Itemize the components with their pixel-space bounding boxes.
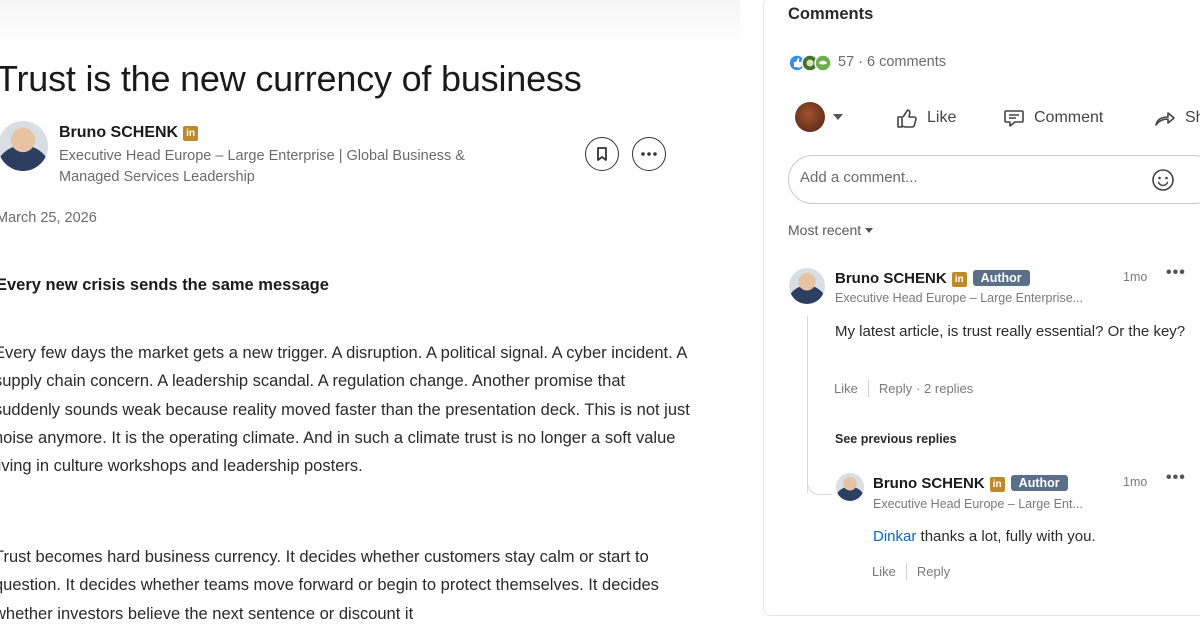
current-user-avatar[interactable] <box>795 102 825 132</box>
linkedin-badge-icon: in <box>183 126 199 141</box>
reaction-icons[interactable] <box>788 53 834 73</box>
more-icon: ••• <box>1166 469 1186 486</box>
reaction-support-icon <box>814 54 832 72</box>
author-name[interactable]: Bruno SCHENK in <box>59 124 199 142</box>
reactions-count[interactable]: 57 <box>838 54 854 70</box>
see-previous-replies-link[interactable]: See previous replies <box>835 432 957 446</box>
divider <box>867 380 869 397</box>
publish-date: March 25, 2026 <box>0 210 97 226</box>
comments-panel <box>763 0 1200 616</box>
share-button[interactable]: Share <box>1153 106 1200 130</box>
more-icon <box>641 152 657 156</box>
commenter-name[interactable]: Bruno SCHENK in Author <box>835 270 1030 287</box>
comment-time: 1mo <box>1123 475 1148 489</box>
commenter-name[interactable]: Bruno SCHENK in Author <box>873 475 1068 492</box>
comment-more-button[interactable]: ••• <box>1166 469 1186 487</box>
top-fade <box>0 0 740 46</box>
comment-label[interactable]: Comment <box>1034 109 1103 127</box>
chevron-down-icon[interactable] <box>833 114 843 120</box>
mention-link[interactable]: Dinkar <box>873 528 916 545</box>
linkedin-badge-icon: in <box>951 272 967 287</box>
article-paragraph: Every few days the market gets a new tri… <box>0 344 690 476</box>
comment-text: My latest article, is trust really essen… <box>835 323 1186 340</box>
reactions-summary[interactable]: 57 · 6 comments <box>838 54 946 70</box>
like-label[interactable]: Like <box>927 109 956 127</box>
author-tag: Author <box>972 270 1030 286</box>
chevron-down-icon <box>865 228 874 233</box>
comment-like-button[interactable]: Like <box>834 381 858 396</box>
comment-like-button[interactable]: Like <box>872 564 896 579</box>
article-paragraph: Trust becomes hard business currency. It… <box>0 548 659 623</box>
comment-text: Dinkar thanks a lot, fully with you. <box>873 525 1173 548</box>
share-icon <box>1155 112 1175 126</box>
thread-connector <box>807 470 832 495</box>
commenter-avatar[interactable] <box>836 473 864 501</box>
like-button[interactable]: Like <box>895 106 956 130</box>
comments-title: Comments <box>788 5 874 23</box>
sort-dropdown[interactable]: Most recent <box>788 222 874 238</box>
commenter-avatar[interactable] <box>789 268 825 304</box>
comment-button[interactable]: Comment <box>1002 106 1103 130</box>
author-tag: Author <box>1010 475 1068 491</box>
comment-reply-button[interactable]: Reply <box>917 564 950 579</box>
replies-count[interactable]: · 2 replies <box>916 381 973 396</box>
article-title: Trust is the new currency of business <box>0 58 582 99</box>
comments-count[interactable]: · 6 comments <box>858 54 946 70</box>
article: Trust is the new currency of business Br… <box>0 0 740 628</box>
article-subheading: Every new crisis sends the same message <box>0 276 329 294</box>
comment-actions: Like Reply · 2 replies <box>834 380 973 397</box>
author-headline: Executive Head Europe – Large Enterprise… <box>59 148 465 185</box>
comment-actions: Like Reply <box>872 563 950 580</box>
author-avatar[interactable] <box>0 121 48 171</box>
comment-text-body: thanks a lot, fully with you. <box>916 528 1096 545</box>
comment-time: 1mo <box>1123 270 1148 284</box>
sort-label[interactable]: Most recent <box>788 222 861 238</box>
comment-input[interactable] <box>800 169 1100 186</box>
commenter-name-text[interactable]: Bruno SCHENK <box>835 270 947 287</box>
author-name-text[interactable]: Bruno SCHENK <box>59 124 178 141</box>
comment-icon <box>1004 110 1024 127</box>
thread-line <box>807 316 808 493</box>
bookmark-icon <box>597 147 607 161</box>
more-icon: ••• <box>1166 264 1186 281</box>
save-button[interactable] <box>585 137 619 171</box>
thumbs-up-icon <box>897 109 917 128</box>
commenter-headline: Executive Head Europe – Large Enterprise… <box>835 291 1084 305</box>
divider <box>905 563 907 580</box>
commenter-headline: Executive Head Europe – Large Ent... <box>873 497 1083 511</box>
emoji-icon[interactable] <box>1151 168 1175 192</box>
linkedin-badge-icon: in <box>989 477 1005 492</box>
commenter-name-text[interactable]: Bruno SCHENK <box>873 475 985 492</box>
comment-reply-button[interactable]: Reply <box>879 381 912 396</box>
share-label[interactable]: Share <box>1185 109 1200 127</box>
more-options-button[interactable] <box>632 137 666 171</box>
comment-more-button[interactable]: ••• <box>1166 264 1186 282</box>
